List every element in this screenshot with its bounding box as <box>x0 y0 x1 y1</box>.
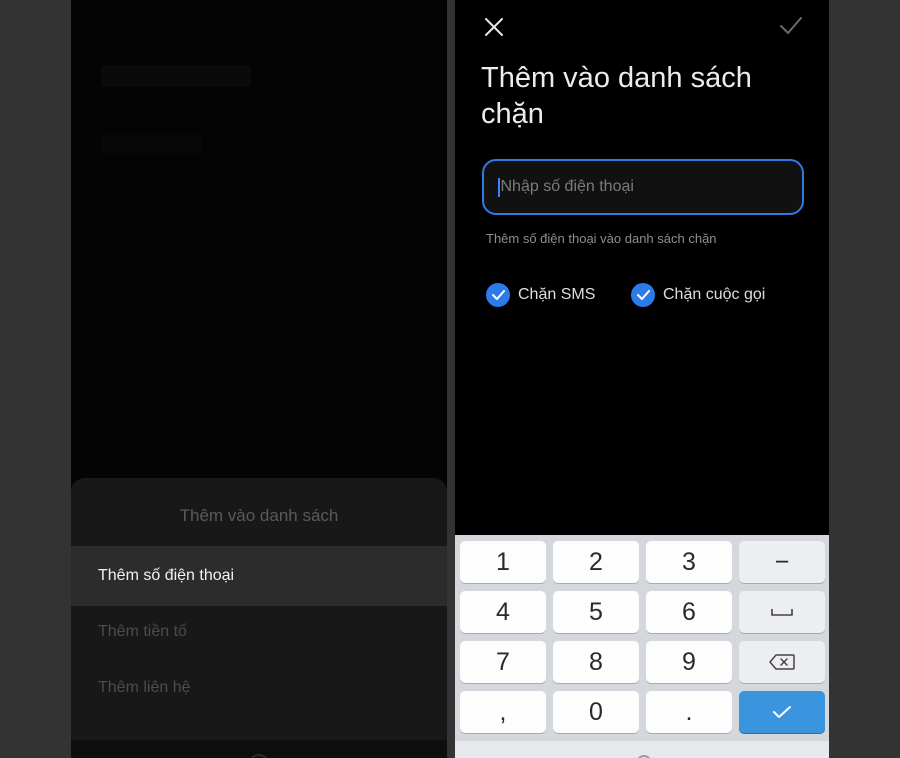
checked-icon <box>631 283 655 307</box>
key-comma[interactable]: , <box>460 691 546 733</box>
block-sms-label: Chặn SMS <box>518 286 596 303</box>
done-check-icon <box>773 705 791 718</box>
key-dash[interactable]: − <box>739 541 825 583</box>
key-0[interactable]: 0 <box>553 691 639 733</box>
sheet-item-add-contact[interactable]: Thêm liên hệ <box>71 658 447 718</box>
key-1[interactable]: 1 <box>460 541 546 583</box>
page-title: Thêm vào danh sách chặn <box>481 62 752 130</box>
dimmed-background-text <box>101 65 251 87</box>
backspace-icon <box>769 654 795 670</box>
close-icon <box>485 18 503 36</box>
phone-number-field[interactable] <box>482 159 804 215</box>
block-sms-checkbox[interactable]: Chặn SMS <box>486 283 595 307</box>
text-caret <box>498 177 500 197</box>
navigation-bar <box>71 740 447 758</box>
checkmark-icon <box>780 17 802 34</box>
sheet-item-add-prefix[interactable]: Thêm tiền tố <box>71 602 447 662</box>
key-7[interactable]: 7 <box>460 641 546 683</box>
key-2[interactable]: 2 <box>553 541 639 583</box>
sheet-item-add-phone-number[interactable]: Thêm số điện thoại <box>71 546 447 606</box>
space-icon <box>771 609 793 616</box>
checked-icon <box>486 283 510 307</box>
key-4[interactable]: 4 <box>460 591 546 633</box>
block-calls-checkbox[interactable]: Chặn cuộc gọi <box>631 283 765 307</box>
confirm-button[interactable] <box>777 12 805 40</box>
add-to-list-bottom-sheet: Thêm vào danh sách Thêm số điện thoại Th… <box>71 478 447 758</box>
block-calls-label: Chặn cuộc gọi <box>663 286 766 303</box>
right-phone-screen: Thêm vào danh sách chặn Thêm số điện tho… <box>455 0 829 758</box>
home-circle-icon <box>249 754 269 758</box>
helper-text: Thêm số điện thoại vào danh sách chặn <box>486 231 717 246</box>
key-9[interactable]: 9 <box>646 641 732 683</box>
key-6[interactable]: 6 <box>646 591 732 633</box>
sheet-title: Thêm vào danh sách <box>179 506 339 525</box>
key-3[interactable]: 3 <box>646 541 732 583</box>
key-space[interactable] <box>739 591 825 633</box>
left-phone-screen: Thêm vào danh sách Thêm số điện thoại Th… <box>71 0 447 758</box>
key-backspace[interactable] <box>739 641 825 683</box>
key-5[interactable]: 5 <box>553 591 639 633</box>
key-dot[interactable]: . <box>646 691 732 733</box>
close-button[interactable] <box>481 14 507 40</box>
phone-number-input[interactable] <box>500 178 781 196</box>
dimmed-background-text <box>101 135 201 153</box>
key-8[interactable]: 8 <box>553 641 639 683</box>
key-done[interactable] <box>739 691 825 733</box>
